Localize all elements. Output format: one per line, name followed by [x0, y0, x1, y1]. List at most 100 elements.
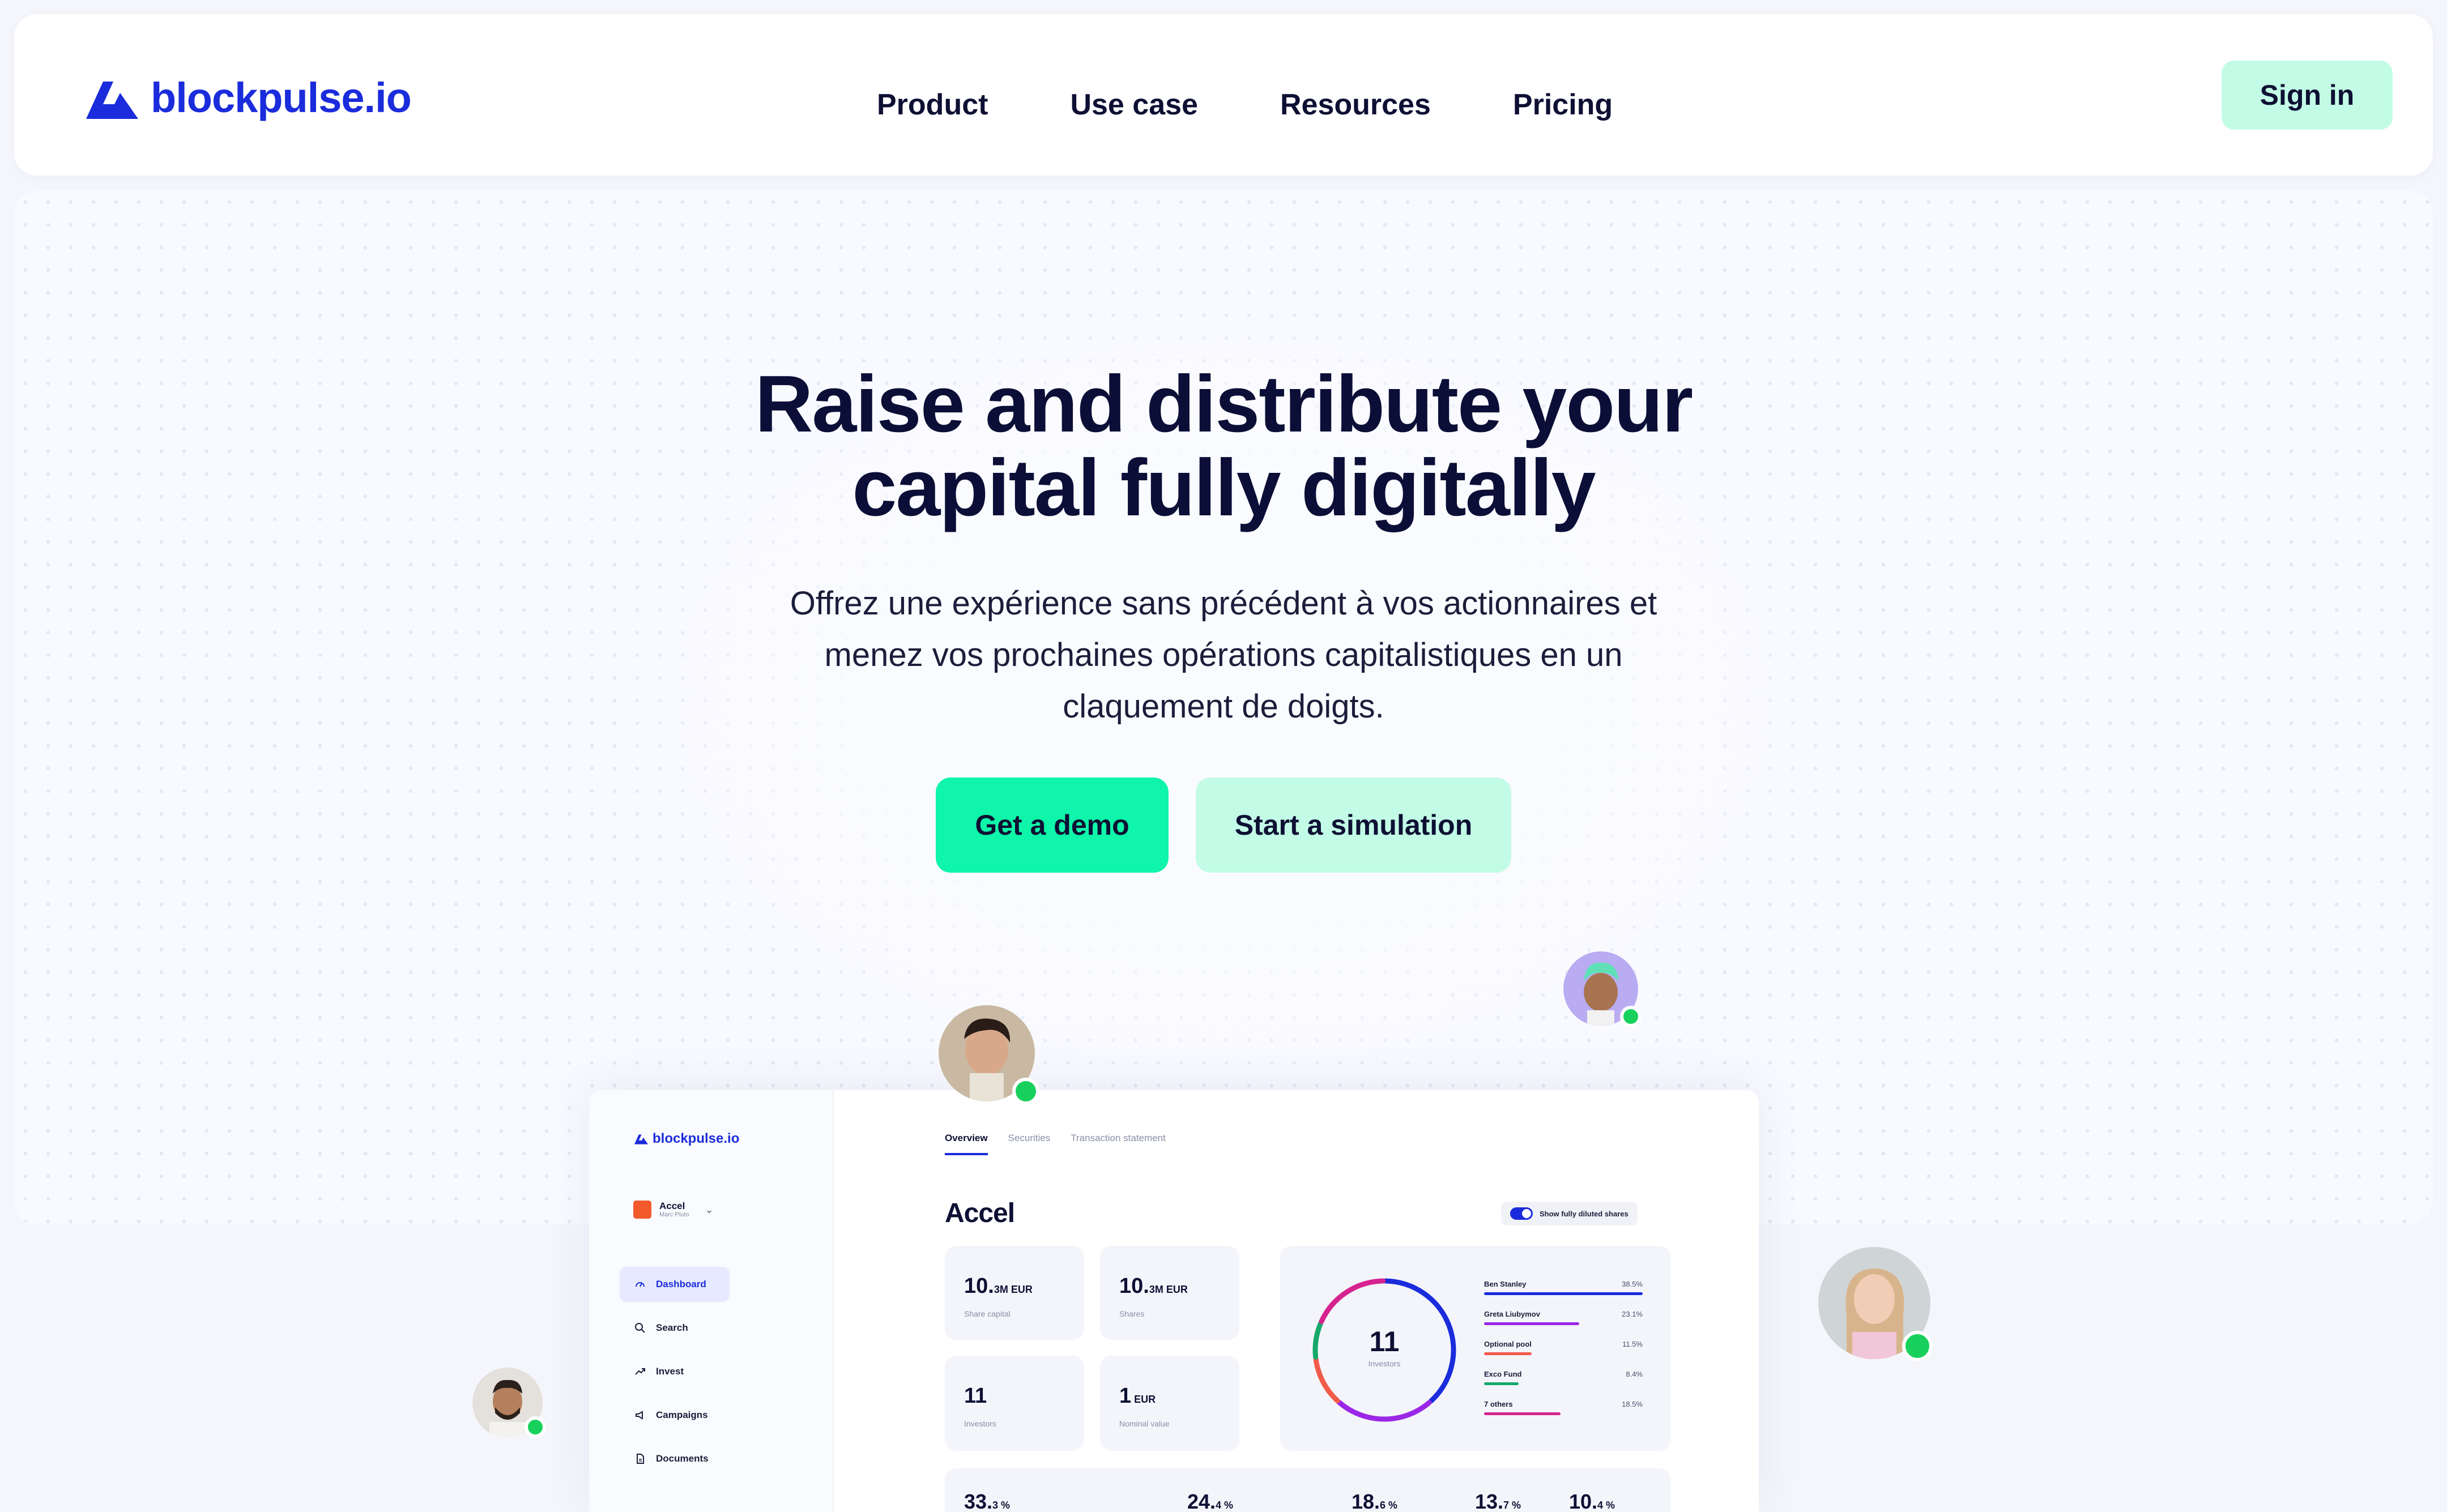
investors-breakdown-card: 11 Investors Ben Stanley 38.5% Greta Liuby…	[1280, 1246, 1671, 1451]
stat-value-main: 10.	[964, 1274, 994, 1298]
company-title: Accel	[945, 1198, 1015, 1228]
ownership-pct: 33.3 %	[964, 1490, 1010, 1512]
brand-logo[interactable]: blockpulse.io	[86, 74, 412, 122]
online-status-dot	[1620, 1006, 1642, 1027]
toggle-switch[interactable]	[1510, 1207, 1533, 1220]
sidebar-item-dashboard[interactable]: Dashboard	[620, 1267, 730, 1302]
headline-line-1: Raise and distribute your	[754, 359, 1693, 449]
legend-bar	[1484, 1412, 1561, 1415]
stat-value-unit: EUR	[1131, 1394, 1156, 1405]
app-sidebar: blockpulse.io Accel Marc Pluto ⌄ Dashboa…	[589, 1090, 834, 1512]
stat-value-main: 1	[1119, 1384, 1132, 1408]
pct-unit: 6 %	[1380, 1500, 1398, 1511]
sidebar-item-invest[interactable]: Invest	[620, 1354, 730, 1389]
stat-value: 10.3M EUR	[964, 1274, 1033, 1299]
legend-name: Exco Fund	[1484, 1370, 1522, 1378]
legend-bar	[1484, 1352, 1532, 1355]
sidebar-item-label: Search	[656, 1322, 688, 1333]
sidebar-item-campaigns[interactable]: Campaigns	[620, 1398, 730, 1433]
top-navbar: blockpulse.io Product Use case Resources…	[14, 14, 2433, 176]
app-logo: blockpulse.io	[634, 1131, 739, 1147]
legend-name: Optional pool	[1484, 1340, 1532, 1348]
avatar-investor-2	[1563, 951, 1642, 1027]
company-switcher[interactable]: Accel Marc Pluto ⌄	[633, 1201, 714, 1219]
search-icon	[633, 1321, 647, 1335]
company-name: Accel	[659, 1201, 685, 1211]
legend-pct: 8.4%	[1626, 1370, 1643, 1378]
pct-unit: 7 %	[1503, 1500, 1521, 1511]
legend-row: 7 others 18.5%	[1484, 1400, 1643, 1430]
get-demo-button[interactable]: Get a demo	[936, 778, 1169, 873]
ownership-pct: 18.6 %	[1352, 1490, 1397, 1512]
start-simulation-button[interactable]: Start a simulation	[1196, 778, 1511, 873]
stat-value-main: 11	[964, 1384, 987, 1408]
ownership-pct: 10.4 %	[1569, 1490, 1615, 1512]
pct-main: 13.	[1475, 1490, 1504, 1512]
legend-bar	[1484, 1322, 1579, 1325]
hero-subtitle: Offrez une expérience sans précédent à v…	[790, 585, 1657, 725]
document-icon	[633, 1452, 647, 1466]
sidebar-item-label: Dashboard	[656, 1279, 706, 1289]
stat-label: Investors	[964, 1419, 996, 1428]
sidebar-item-search[interactable]: Search	[620, 1310, 730, 1346]
legend-row: Greta Liubymov 23.1%	[1484, 1310, 1643, 1340]
pct-main: 33.	[964, 1490, 993, 1512]
pct-unit: 4 %	[1216, 1500, 1234, 1511]
stat-card-nominal-value: 1 EUR Nominal value	[1100, 1356, 1239, 1451]
tab-overview[interactable]: Overview	[945, 1133, 988, 1155]
stat-label: Nominal value	[1119, 1419, 1170, 1428]
ownership-percentages: 33.3 % 24.4 % 18.6 % 13.7 % 10.4 %	[945, 1468, 1671, 1512]
main-menu: Product Use case Resources Pricing	[877, 88, 1613, 122]
pct-main: 24.	[1187, 1490, 1216, 1512]
pct-main: 10.	[1569, 1490, 1598, 1512]
logo-mark-icon	[86, 81, 138, 119]
legend-bar	[1484, 1382, 1519, 1385]
legend-pct: 23.1%	[1622, 1310, 1643, 1318]
app-main: Overview Securities Transaction statemen…	[834, 1090, 1759, 1512]
toggle-label: Show fully diluted shares	[1540, 1209, 1629, 1218]
legend-pct: 11.5%	[1622, 1340, 1643, 1348]
logo-mark-icon	[634, 1134, 648, 1144]
tab-securities[interactable]: Securities	[1008, 1133, 1051, 1155]
sidebar-item-label: Campaigns	[656, 1410, 708, 1420]
stat-card-investors: 11 Investors	[945, 1356, 1084, 1451]
avatar-investor-1	[939, 1005, 1039, 1105]
legend-pct: 18.5%	[1622, 1400, 1643, 1408]
app-logo-text: blockpulse.io	[653, 1131, 740, 1146]
pct-unit: 4 %	[1597, 1500, 1615, 1511]
company-avatar	[633, 1201, 651, 1219]
nav-use-case[interactable]: Use case	[1070, 88, 1198, 122]
nav-pricing[interactable]: Pricing	[1513, 88, 1613, 122]
legend-bar	[1484, 1292, 1643, 1295]
donut-segment-1	[1336, 1399, 1432, 1422]
stat-value-unit: 3M EUR	[1149, 1284, 1188, 1295]
megaphone-icon	[633, 1408, 647, 1422]
legend-row: Ben Stanley 38.5%	[1484, 1280, 1643, 1310]
gauge-icon	[633, 1278, 647, 1291]
headline-line-2: capital fully digitally	[852, 443, 1596, 533]
diluted-shares-toggle[interactable]: Show fully diluted shares	[1501, 1202, 1638, 1225]
dashboard-preview: blockpulse.io Accel Marc Pluto ⌄ Dashboa…	[589, 1090, 1759, 1512]
online-status-dot	[1012, 1078, 1039, 1105]
stat-label: Shares	[1119, 1309, 1145, 1318]
tab-transaction-statement[interactable]: Transaction statement	[1071, 1133, 1166, 1155]
sidebar-item-documents[interactable]: Documents	[620, 1441, 730, 1476]
brand-name: blockpulse.io	[151, 74, 412, 121]
pct-main: 18.	[1352, 1490, 1380, 1512]
sign-in-button[interactable]: Sign in	[2222, 61, 2393, 130]
stat-card-share-capital: 10.3M EUR Share capital	[945, 1246, 1084, 1340]
nav-product[interactable]: Product	[877, 88, 988, 122]
sidebar-item-label: Invest	[656, 1366, 684, 1377]
investors-legend: Ben Stanley 38.5% Greta Liubymov 23.1% Optio…	[1484, 1280, 1643, 1430]
sidebar-item-label: Documents	[656, 1453, 709, 1464]
trending-up-icon	[633, 1365, 647, 1378]
legend-row: Optional pool 11.5%	[1484, 1340, 1643, 1370]
stat-label: Share capital	[964, 1309, 1011, 1318]
nav-resources[interactable]: Resources	[1280, 88, 1431, 122]
legend-name: 7 others	[1484, 1400, 1513, 1408]
legend-name: Greta Liubymov	[1484, 1310, 1540, 1318]
online-status-dot	[525, 1416, 546, 1438]
app-tabs: Overview Securities Transaction statemen…	[945, 1133, 1166, 1155]
hero-headline: Raise and distribute your capital fully …	[0, 362, 2447, 530]
stat-value: 1 EUR	[1119, 1384, 1156, 1408]
